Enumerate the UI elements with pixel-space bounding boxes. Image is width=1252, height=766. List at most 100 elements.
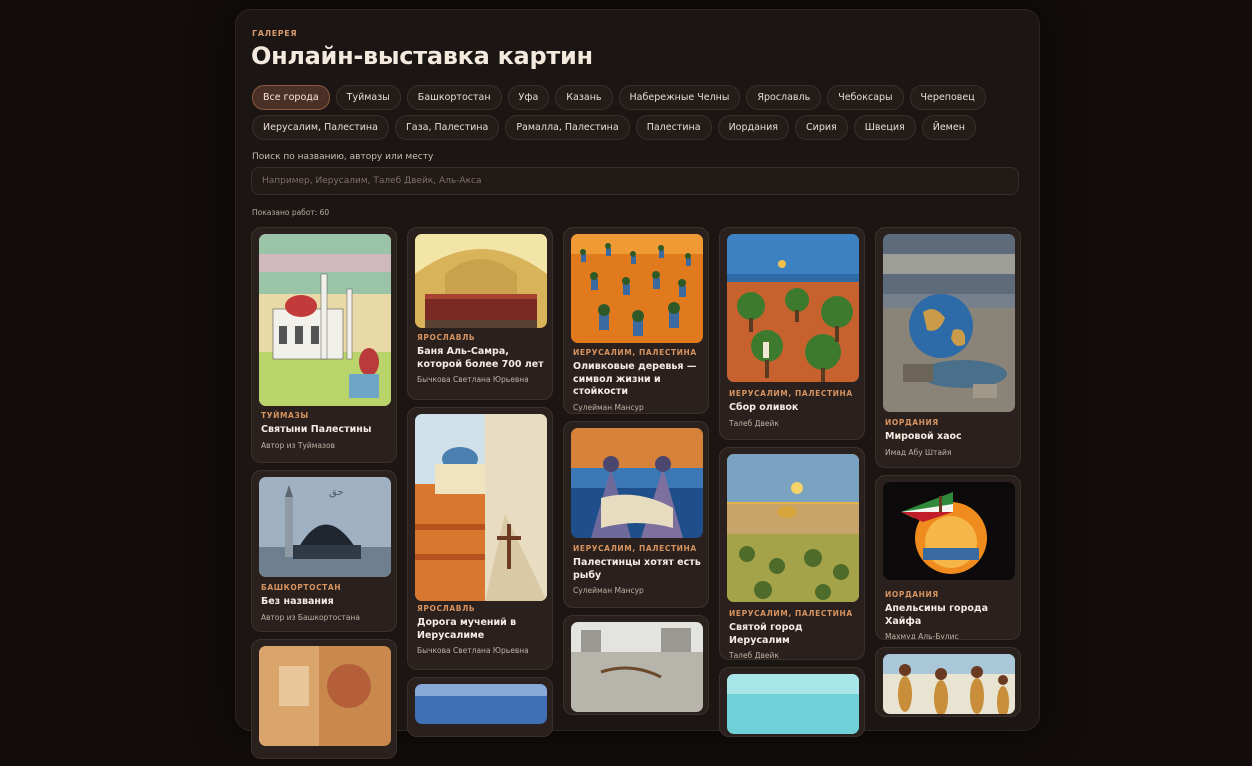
artwork-card[interactable]: ТУЙМАЗЫ Святыни Палестины Автор из Туйма… [251,227,397,463]
artwork-title: Сбор оливок [729,402,799,413]
artwork-card[interactable] [251,639,397,759]
artwork-city: ИЕРУСАЛИМ, ПАЛЕСТИНА [573,544,697,553]
artwork-meta: ИОРДАНИЯ Апельсины города Хайфа Махмуд А… [885,590,1015,640]
filter-chip-kazan[interactable]: Казань [555,85,613,110]
artwork-city: БАШКОРТОСТАН [261,583,342,592]
artwork-city: ЯРОСЛАВЛЬ [417,333,476,342]
figures-painting-image [883,654,1015,714]
artwork-city: ИЕРУСАЛИМ, ПАЛЕСТИНА [729,389,853,398]
artwork-meta: ЯРОСЛАВЛЬ Дорога мучений в Иерусалиме Бы… [417,604,547,655]
filter-row-2: Иерусалим, Палестина Газа, Палестина Рам… [252,115,1032,140]
abstract-painting-image [259,646,391,746]
olive-harvest-painting-image [727,234,859,382]
artwork-title: Святыни Палестины [261,424,372,435]
artwork-author: Талеб Двейк [729,418,779,428]
search-label: Поиск по названию, автору или месту [252,152,434,162]
artwork-meta: ИЕРУСАЛИМ, ПАЛЕСТИНА Палестинцы хотят ес… [573,544,703,595]
street-painting-image [415,414,547,601]
artwork-meta: ТУЙМАЗЫ Святыни Палестины Автор из Туйма… [261,411,391,450]
search-input[interactable] [251,167,1019,195]
eyebrow-label: ГАЛЕРЕЯ [252,29,298,38]
artwork-card[interactable] [563,615,709,715]
artwork-city: ТУЙМАЗЫ [261,411,309,420]
artwork-meta: ЯРОСЛАВЛЬ Баня Аль-Самра, которой более … [417,333,547,384]
filter-chip-yaroslavl[interactable]: Ярославль [746,85,822,110]
artwork-meta: ИЕРУСАЛИМ, ПАЛЕСТИНА Сбор оливок Талеб Д… [729,389,859,428]
filter-chip-palestine[interactable]: Палестина [635,115,712,140]
artwork-city: ИОРДАНИЯ [885,590,939,599]
filter-chip-naberezhnye-chelny[interactable]: Набережные Челны [618,85,741,110]
artwork-card[interactable]: ИОРДАНИЯ Апельсины города Хайфа Махмуд А… [875,475,1021,640]
artwork-title: Оливковые деревья — символ жизни и стойк… [573,361,697,397]
artwork-meta: БАШКОРТОСТАН Без названия Автор из Башко… [261,583,391,622]
gallery-column-5: ИОРДАНИЯ Мировой хаос Имад Абу Штайя ИОР… [875,227,1021,724]
bath-hall-painting-image [415,234,547,328]
city-painting-image [727,454,859,602]
page-title: Онлайн-выставка картин [251,42,593,70]
filter-chip-sweden[interactable]: Швеция [853,115,916,140]
artwork-author: Сулейман Мансур [573,402,644,412]
artwork-card[interactable] [875,647,1021,717]
artwork-title: Дорога мучений в Иерусалиме [417,617,517,641]
gallery-column-1: ТУЙМАЗЫ Святыни Палестины Автор из Туйма… [251,227,397,766]
gallery-column-2: ЯРОСЛАВЛЬ Баня Аль-Самра, которой более … [407,227,553,744]
artwork-meta: ИОРДАНИЯ Мировой хаос Имад Абу Штайя [885,418,1015,457]
dome-painting-image: ﺣﻖ [259,477,391,577]
artwork-city: ИЕРУСАЛИМ, ПАЛЕСТИНА [573,348,697,357]
filter-chip-ramallah[interactable]: Рамалла, Палестина [505,115,630,140]
city-filters: Все города Туймазы Башкортостан Уфа Каза… [252,85,1032,145]
filter-chip-yemen[interactable]: Йемен [921,115,976,140]
artwork-card[interactable]: ИЕРУСАЛИМ, ПАЛЕСТИНА Святой город Иеруса… [719,447,865,660]
artwork-meta: ИЕРУСАЛИМ, ПАЛЕСТИНА Святой город Иеруса… [729,609,859,660]
artwork-author: Имад Абу Штайя [885,447,952,457]
artwork-city: ИЕРУСАЛИМ, ПАЛЕСТИНА [729,609,853,618]
artwork-author: Махмуд Аль-Булис [885,632,959,640]
artwork-title: Без названия [261,596,334,607]
gallery-column-3: ИЕРУСАЛИМ, ПАЛЕСТИНА Оливковые деревья —… [563,227,709,722]
artwork-card[interactable]: ИЕРУСАЛИМ, ПАЛЕСТИНА Оливковые деревья —… [563,227,709,414]
artwork-card[interactable] [407,677,553,737]
sky-painting-image [727,674,859,734]
filter-chip-tuymazy[interactable]: Туймазы [335,85,401,110]
artwork-title: Апельсины города Хайфа [885,603,988,627]
wall-painting-image [571,622,703,712]
filter-chip-cherepovets[interactable]: Череповец [909,85,986,110]
artwork-title: Палестинцы хотят есть рыбу [573,557,701,581]
artwork-meta: ИЕРУСАЛИМ, ПАЛЕСТИНА Оливковые деревья —… [573,348,703,412]
artwork-card[interactable]: ﺣﻖ БАШКОРТОСТАН Без названия Автор из Ба… [251,470,397,632]
artwork-author: Автор из Башкортостана [261,612,360,622]
filter-chip-jordan[interactable]: Иордания [717,115,790,140]
filter-chip-all-cities[interactable]: Все города [252,85,330,110]
filter-chip-gaza[interactable]: Газа, Палестина [394,115,500,140]
filter-chip-cheboksary[interactable]: Чебоксары [827,85,904,110]
gallery-column-4: ИЕРУСАЛИМ, ПАЛЕСТИНА Сбор оливок Талеб Д… [719,227,865,744]
artwork-title: Баня Аль-Самра, которой более 700 лет [417,346,544,370]
gallery-panel: ГАЛЕРЕЯ Онлайн-выставка картин Все город… [235,9,1040,759]
filter-chip-ufa[interactable]: Уфа [507,85,550,110]
filter-chip-syria[interactable]: Сирия [795,115,848,140]
fish-painting-image [571,428,703,538]
mosque-painting-image [259,234,391,406]
artwork-card[interactable]: ИОРДАНИЯ Мировой хаос Имад Абу Штайя [875,227,1021,468]
artwork-city: ЯРОСЛАВЛЬ [417,604,476,613]
artwork-card[interactable]: ИЕРУСАЛИМ, ПАЛЕСТИНА Сбор оливок Талеб Д… [719,227,865,440]
artwork-author: Талеб Двейк [729,651,779,660]
artwork-title: Мировой хаос [885,431,962,442]
artwork-card[interactable]: ИЕРУСАЛИМ, ПАЛЕСТИНА Палестинцы хотят ес… [563,421,709,608]
results-count: Показано работ: 60 [252,208,330,217]
filter-chip-jerusalem[interactable]: Иерусалим, Палестина [252,115,389,140]
artwork-card[interactable]: ЯРОСЛАВЛЬ Дорога мучений в Иерусалиме Бы… [407,407,553,670]
artwork-author: Бычкова Светлана Юрьевна [417,646,529,655]
blue-painting-image [415,684,547,724]
filter-row-1: Все города Туймазы Башкортостан Уфа Каза… [252,85,1032,110]
globe-painting-image [883,234,1015,412]
artwork-city: ИОРДАНИЯ [885,418,939,427]
artwork-author: Автор из Туймазов [261,440,336,450]
olive-cans-painting-image [571,234,703,343]
filter-chip-bashkortostan[interactable]: Башкортостан [406,85,502,110]
artwork-card[interactable] [719,667,865,737]
artwork-author: Бычкова Светлана Юрьевна [417,375,529,384]
artwork-card[interactable]: ЯРОСЛАВЛЬ Баня Аль-Самра, которой более … [407,227,553,400]
svg-text:ﺣﻖ: ﺣﻖ [329,487,344,498]
artwork-title: Святой город Иерусалим [729,622,803,646]
